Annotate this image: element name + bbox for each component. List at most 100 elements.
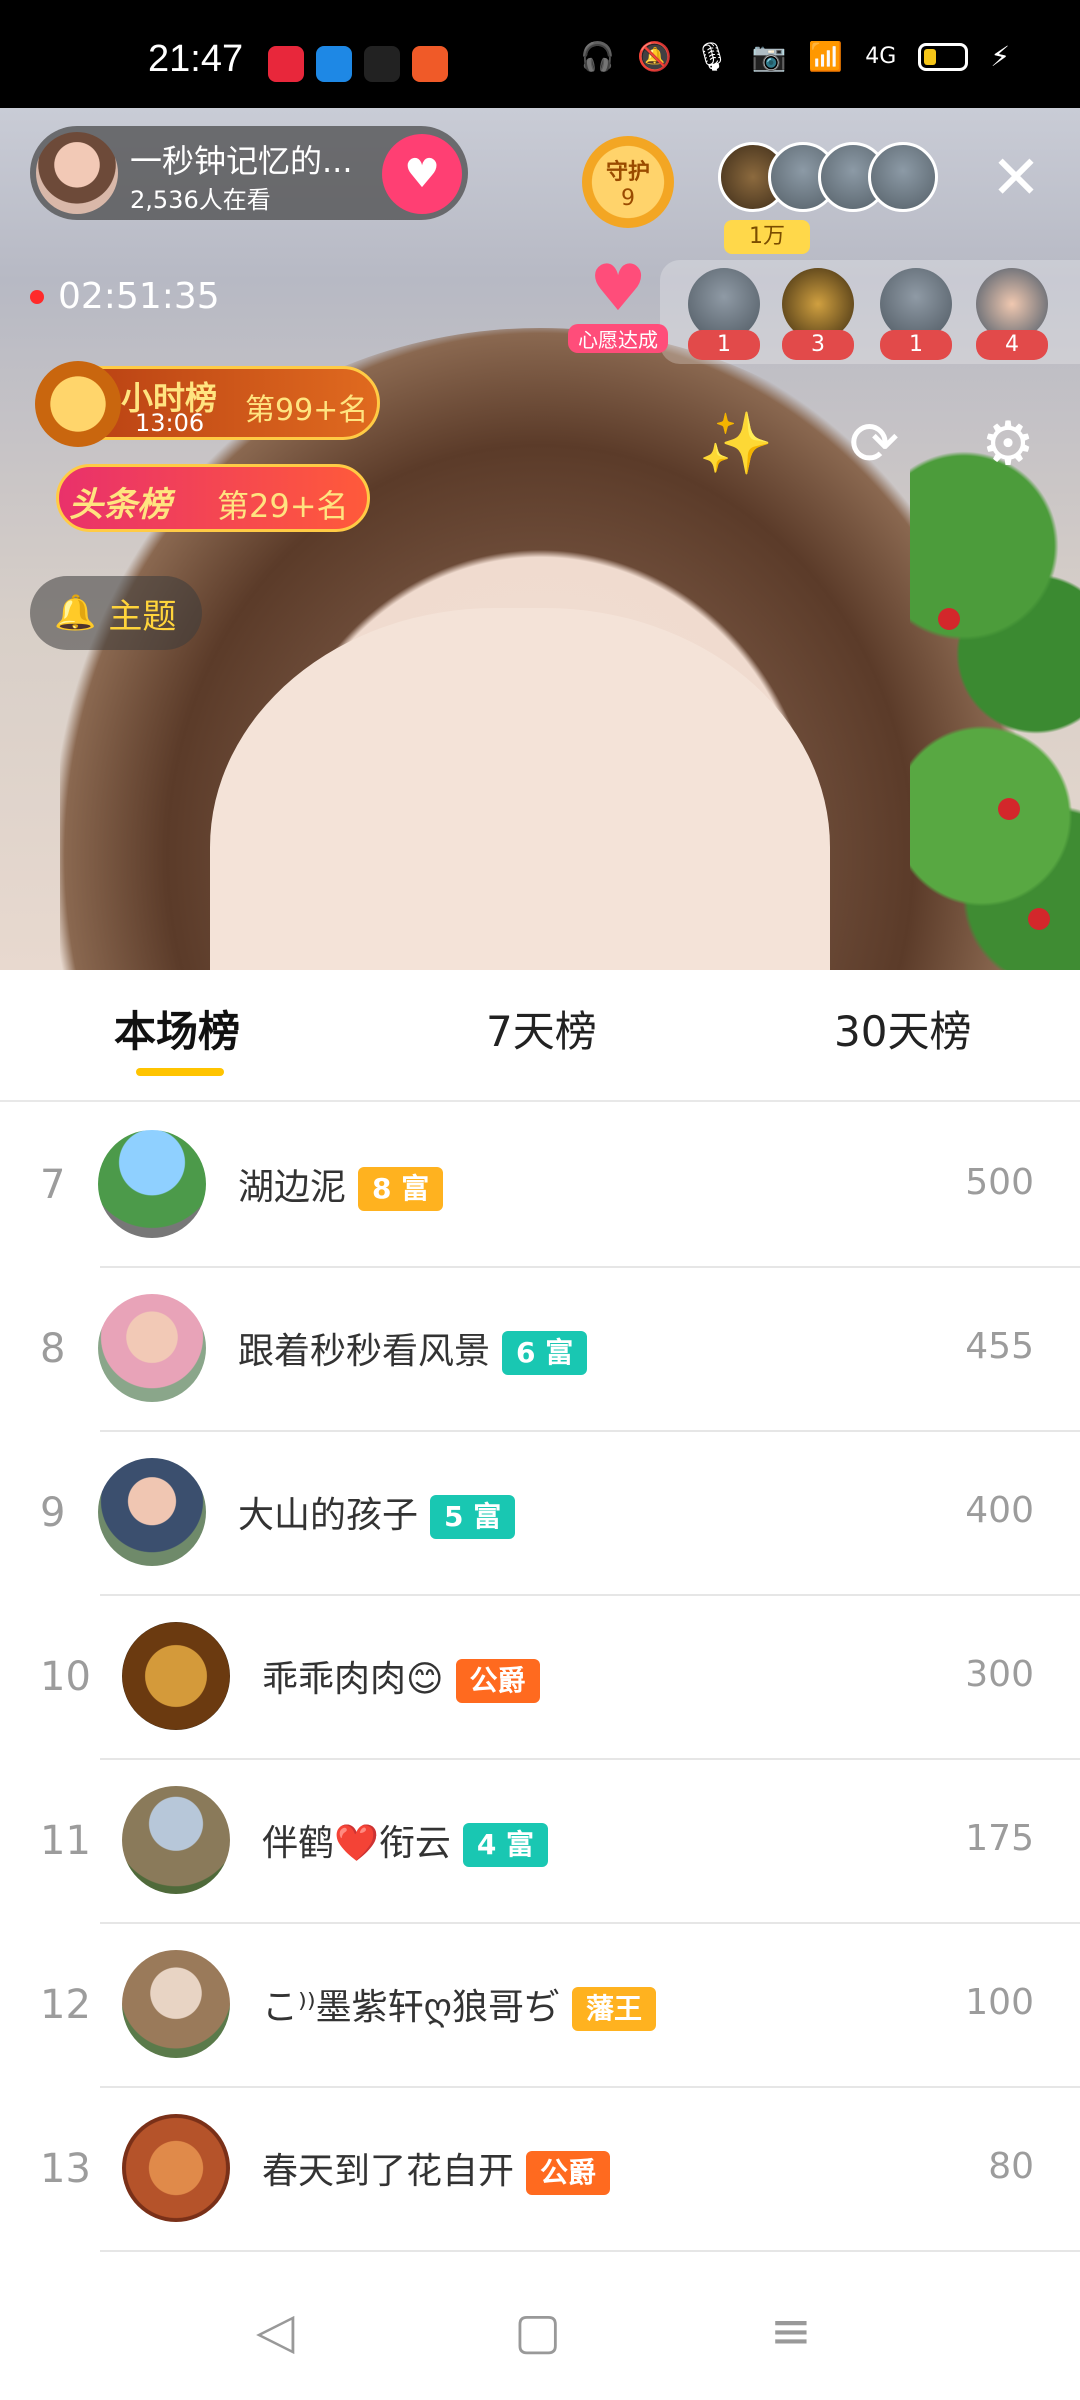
gifter-count: 1 [880, 330, 952, 360]
status-bar: 21:47 🎧 🔕 🎙 📷 📶 4G ⚡ [0, 0, 1080, 108]
score: 400 [965, 1490, 1034, 1531]
score: 455 [965, 1326, 1034, 1367]
rich-badge: 4 富 [462, 1823, 549, 1867]
wish-badge[interactable]: ♥ 心愿达成 [568, 254, 668, 354]
notification-icons [268, 46, 448, 82]
rank-number: 11 [40, 1818, 91, 1864]
guard-count: 9 [621, 186, 635, 211]
host-info[interactable]: 一秒钟记忆的... 2,536人在看 ♥ [30, 126, 468, 220]
active-tab-indicator [136, 1068, 224, 1076]
follow-button[interactable]: ♥ [382, 134, 462, 214]
list-item[interactable]: 13 春天到了花自开 公爵 80 [0, 2088, 1080, 2252]
rank-number: 10 [40, 1654, 91, 1700]
hour-rank-place: 第99+名 [245, 393, 369, 428]
hour-rank-time: 13:06 [135, 409, 205, 437]
gifter-count: 4 [976, 330, 1048, 360]
list-item[interactable]: 9 大山的孩子 5 富 400 [0, 1432, 1080, 1596]
avatar[interactable] [122, 1786, 230, 1894]
trophy-icon [35, 361, 121, 447]
avatar[interactable] [98, 1130, 206, 1238]
duke-badge: 公爵 [455, 1659, 540, 1703]
user-name[interactable]: 乖乖肉肉😊 公爵 [262, 1650, 540, 1703]
list-item[interactable]: 7 湖边泥 8 富 500 [0, 1104, 1080, 1268]
avatar[interactable] [98, 1294, 206, 1402]
list-item[interactable]: 10 乖乖肉肉😊 公爵 300 [0, 1596, 1080, 1760]
fan-avatars[interactable]: 1万 [718, 136, 948, 254]
score: 80 [988, 2146, 1034, 2187]
host-avatar[interactable] [36, 132, 118, 214]
guard-badge[interactable]: 守护 9 [582, 136, 674, 228]
avatar[interactable] [98, 1458, 206, 1566]
leaderboard-tabs: 本场榜 7天榜 30天榜 [0, 970, 1080, 1102]
tiktok-app-icon [364, 46, 400, 82]
wifi-icon: 📶 [808, 40, 844, 73]
live-video[interactable]: 一秒钟记忆的... 2,536人在看 ♥ 守护 9 1万 ✕ 02:51:35 … [0, 108, 1080, 970]
rank-number: 13 [40, 2146, 91, 2192]
topic-button[interactable]: 🔔 主题 [30, 576, 202, 650]
live-duration: 02:51:35 [30, 276, 220, 317]
back-icon[interactable]: ◁ [256, 2302, 294, 2360]
berry [938, 608, 960, 630]
avatar[interactable] [122, 1950, 230, 2058]
switch-camera-button[interactable]: ⟳ [836, 406, 912, 482]
rank-number: 9 [40, 1490, 66, 1536]
score: 300 [965, 1654, 1034, 1695]
fan-avatar[interactable] [868, 142, 938, 212]
charging-icon: ⚡ [990, 40, 1010, 73]
berry [998, 798, 1020, 820]
magic-wand-icon: ✨ [698, 409, 774, 479]
tab-30-days[interactable]: 30天榜 [834, 998, 971, 1059]
rich-badge: 5 富 [430, 1495, 516, 1539]
headline-rank-place: 第29+名 [217, 487, 349, 525]
microphone-icon: 🎙 [693, 40, 730, 73]
gear-icon: ⚙ [981, 409, 1035, 479]
user-name[interactable]: 春天到了花自开 公爵 [262, 2142, 611, 2195]
headphones-icon: 🎧 [580, 40, 616, 73]
bell-icon: 🔔 [54, 593, 97, 633]
user-name[interactable]: こ⁾⁾墨紫轩ღ狼哥ぢ 藩王 [262, 1978, 657, 2031]
tab-current-session[interactable]: 本场榜 [114, 998, 240, 1059]
user-name[interactable]: 湖边泥 8 富 [238, 1158, 444, 1211]
rich-badge: 6 富 [502, 1331, 588, 1375]
duration-text: 02:51:35 [58, 276, 220, 317]
guard-label: 守护 [605, 160, 650, 185]
video-plant [910, 438, 1080, 970]
gifter-count: 1 [688, 330, 760, 360]
recording-dot-icon [30, 289, 44, 304]
menu-icon[interactable]: ≡ [770, 2302, 812, 2360]
list-item[interactable]: 8 跟着秒秒看风景 6 富 455 [0, 1268, 1080, 1432]
home-icon[interactable]: ▢ [514, 2302, 561, 2360]
host-name: 一秒钟记忆的... [130, 142, 353, 180]
rank-number: 12 [40, 1982, 91, 2028]
headline-rank-title: 头条榜 [69, 485, 171, 525]
user-name[interactable]: 伴鹤❤️衔云 4 富 [262, 1814, 549, 1867]
list-item[interactable]: 12 こ⁾⁾墨紫轩ღ狼哥ぢ 藩王 100 [0, 1924, 1080, 2088]
browser-app-icon [316, 46, 352, 82]
user-name[interactable]: 跟着秒秒看风景 6 富 [238, 1322, 588, 1375]
beauty-wand-button[interactable]: ✨ [698, 406, 774, 482]
close-button[interactable]: ✕ [986, 148, 1046, 208]
network-label: 4G [865, 44, 897, 69]
settings-button[interactable]: ⚙ [970, 406, 1046, 482]
camera-icon: 📷 [751, 40, 787, 73]
headline-rank-badge[interactable]: 头条榜 第29+名 [56, 464, 370, 532]
avatar[interactable] [122, 1622, 230, 1730]
close-icon: ✕ [990, 143, 1042, 213]
list-item[interactable]: 11 伴鹤❤️衔云 4 富 175 [0, 1760, 1080, 1924]
gifter-count: 3 [782, 330, 854, 360]
viewer-count: 2,536人在看 [130, 186, 271, 214]
app-icon [412, 46, 448, 82]
status-time: 21:47 [148, 38, 244, 80]
user-name[interactable]: 大山的孩子 5 富 [238, 1486, 516, 1539]
battery-icon [918, 42, 969, 71]
avatar[interactable] [122, 2114, 230, 2222]
tab-7-days[interactable]: 7天榜 [486, 998, 597, 1059]
rank-number: 8 [40, 1326, 66, 1372]
topic-label: 主题 [108, 596, 177, 637]
rank-number: 7 [40, 1162, 66, 1208]
heart-icon: ♥ [589, 252, 647, 326]
hour-rank-badge[interactable]: 小时榜 13:06 第99+名 [35, 361, 380, 447]
system-icons: 🎧 🔕 🎙 📷 📶 4G ⚡ [580, 40, 1010, 73]
duke-badge: 公爵 [526, 2151, 611, 2195]
mute-icon: 🔕 [637, 40, 672, 73]
